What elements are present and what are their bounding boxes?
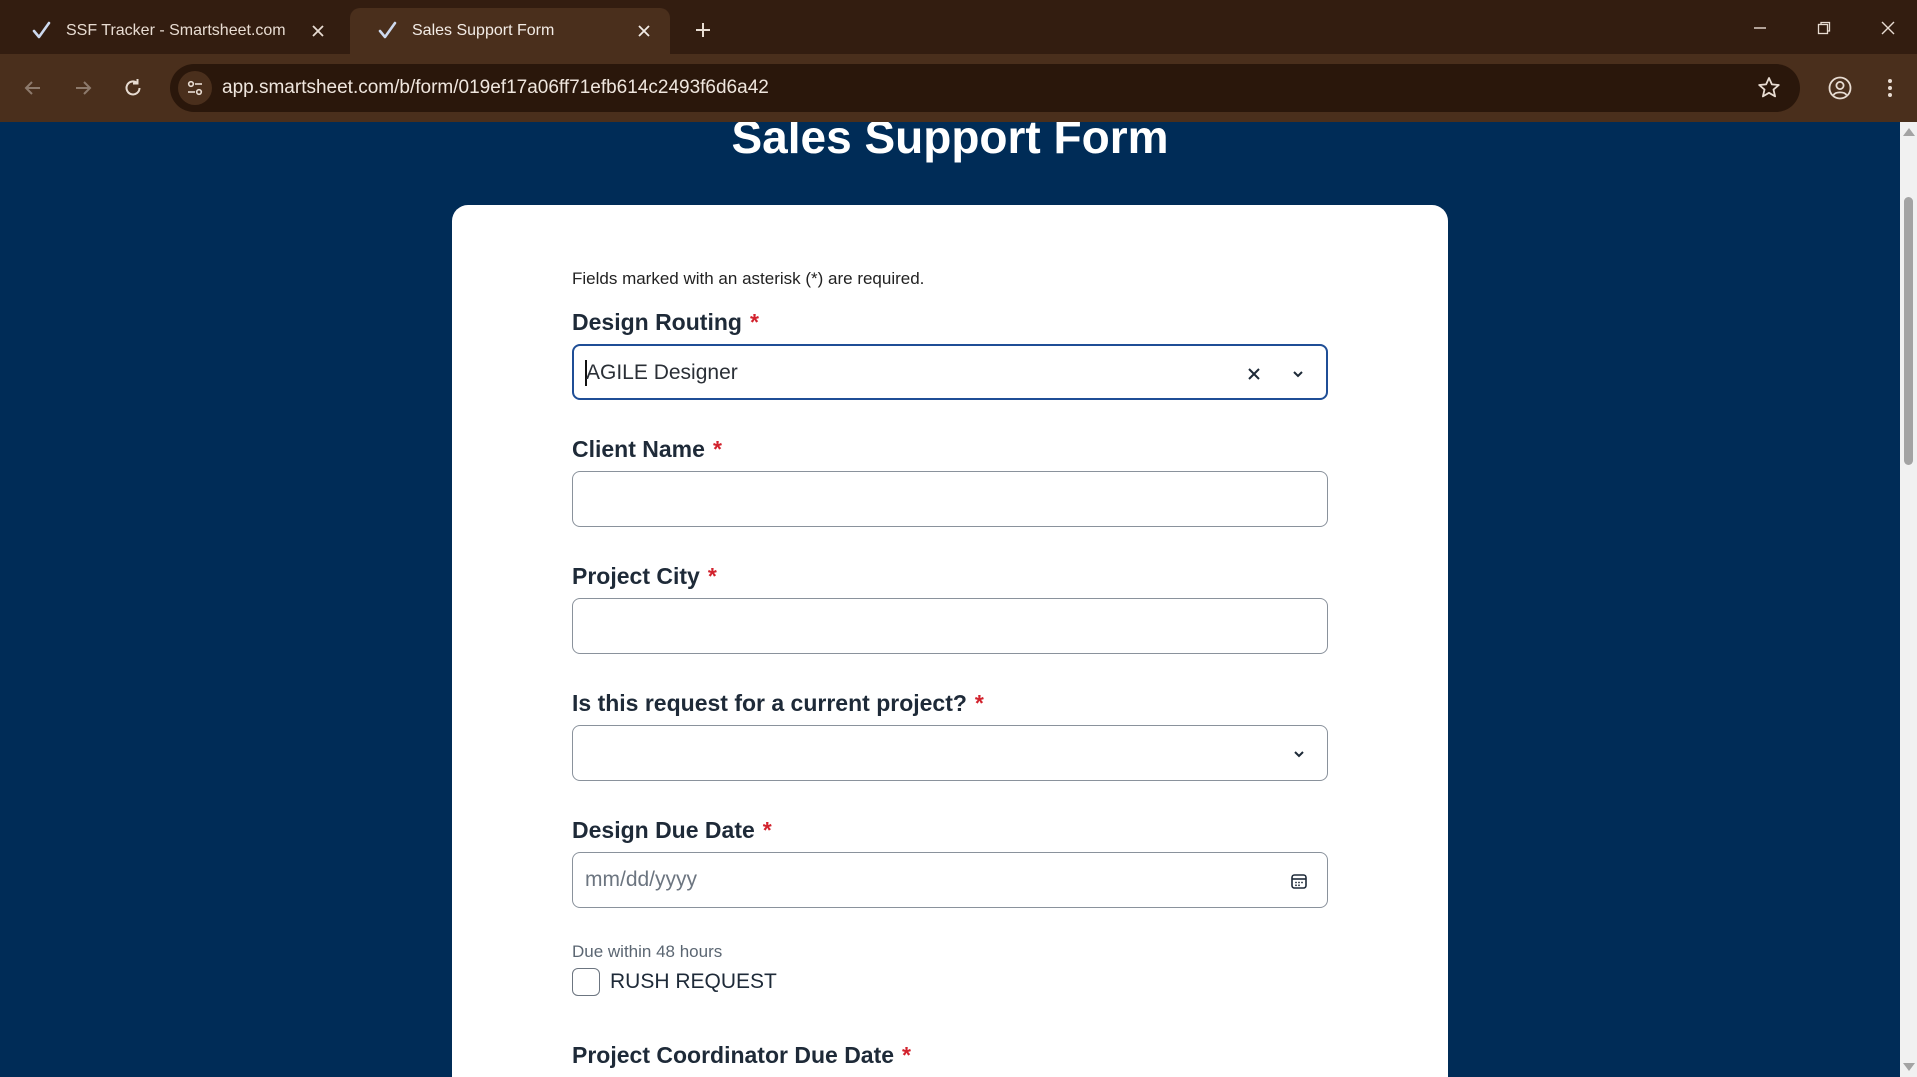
calendar-icon[interactable] xyxy=(1285,867,1313,895)
back-button[interactable] xyxy=(14,69,52,107)
current-project-label: Is this request for a current project? * xyxy=(572,690,984,716)
required-asterisk: * xyxy=(707,563,717,589)
tab-ssf-tracker[interactable]: SSF Tracker - Smartsheet.com xyxy=(4,8,344,54)
clear-selection-icon[interactable] xyxy=(1240,360,1268,388)
kebab-menu-icon xyxy=(1888,79,1892,97)
page-content: Sales Support Form Fields marked with an… xyxy=(0,122,1900,1077)
project-city-input[interactable] xyxy=(572,598,1328,654)
scrollbar-thumb[interactable] xyxy=(1904,197,1913,465)
client-name-input[interactable] xyxy=(572,471,1328,527)
chevron-down-icon[interactable] xyxy=(1285,740,1313,768)
form-body: Fields marked with an asterisk (*) are r… xyxy=(572,269,1328,1069)
browser-menu-button[interactable] xyxy=(1874,72,1906,104)
plus-icon xyxy=(696,23,710,37)
new-tab-button[interactable] xyxy=(688,15,718,45)
reload-button[interactable] xyxy=(114,69,152,107)
form-card: Fields marked with an asterisk (*) are r… xyxy=(452,205,1448,1077)
smartsheet-favicon-icon xyxy=(30,20,52,42)
smartsheet-favicon-icon xyxy=(376,20,398,42)
design-routing-select[interactable]: AGILE Designer xyxy=(572,344,1328,400)
restore-icon xyxy=(1817,21,1831,35)
design-routing-value: AGILE Designer xyxy=(586,361,738,384)
minimize-button[interactable] xyxy=(1740,10,1780,46)
tab-sales-support-form[interactable]: Sales Support Form xyxy=(350,8,670,54)
date-placeholder: mm/dd/yyyy xyxy=(585,868,698,891)
required-asterisk: * xyxy=(974,690,984,716)
profile-icon xyxy=(1828,76,1852,100)
reload-icon xyxy=(125,79,141,96)
site-info-icon[interactable] xyxy=(178,71,212,105)
design-due-date-label: Design Due Date * xyxy=(572,817,772,843)
form-title: Sales Support Form xyxy=(731,122,1169,163)
client-name-label: Client Name * xyxy=(572,436,722,462)
rush-request-row[interactable]: RUSH REQUEST xyxy=(572,968,1328,996)
required-asterisk: * xyxy=(902,1042,911,1068)
required-asterisk: * xyxy=(762,817,772,843)
required-note: Fields marked with an asterisk (*) are r… xyxy=(572,269,925,288)
tab-title: SSF Tracker - Smartsheet.com xyxy=(66,22,286,39)
browser-tab-bar: SSF Tracker - Smartsheet.com Sales Suppo… xyxy=(0,0,1917,54)
close-tab-icon[interactable] xyxy=(304,17,332,45)
required-asterisk: * xyxy=(712,436,722,462)
page-scrollbar[interactable] xyxy=(1900,122,1917,1077)
close-icon xyxy=(1881,21,1895,35)
profile-button[interactable] xyxy=(1824,72,1856,104)
chevron-down-icon[interactable] xyxy=(1284,360,1312,388)
forward-button[interactable] xyxy=(64,69,102,107)
url-text[interactable]: app.smartsheet.com/b/form/019ef17a06ff71… xyxy=(222,77,769,99)
restore-button[interactable] xyxy=(1804,10,1844,46)
scroll-up-icon[interactable] xyxy=(1903,128,1915,136)
close-tab-icon[interactable] xyxy=(630,17,658,45)
close-window-button[interactable] xyxy=(1868,10,1908,46)
coordinator-due-date-label: Project Coordinator Due Date * xyxy=(572,1042,911,1068)
current-project-select[interactable] xyxy=(572,725,1328,781)
design-routing-label: Design Routing * xyxy=(572,309,759,335)
arrow-left-icon xyxy=(24,81,40,95)
address-bar[interactable]: app.smartsheet.com/b/form/019ef17a06ff71… xyxy=(170,64,1800,112)
project-city-label: Project City * xyxy=(572,563,717,589)
rush-request-label[interactable]: RUSH REQUEST xyxy=(610,970,777,994)
arrow-right-icon xyxy=(76,81,92,95)
scroll-down-icon[interactable] xyxy=(1903,1063,1915,1071)
bookmark-star-icon[interactable] xyxy=(1756,75,1782,101)
due-date-helper-text: Due within 48 hours xyxy=(572,942,723,961)
design-due-date-input[interactable]: mm/dd/yyyy xyxy=(572,852,1328,908)
minimize-icon xyxy=(1754,27,1766,29)
browser-toolbar: app.smartsheet.com/b/form/019ef17a06ff71… xyxy=(0,54,1917,122)
rush-request-checkbox[interactable] xyxy=(572,968,600,996)
required-asterisk: * xyxy=(749,309,759,335)
tab-title: Sales Support Form xyxy=(412,22,555,39)
